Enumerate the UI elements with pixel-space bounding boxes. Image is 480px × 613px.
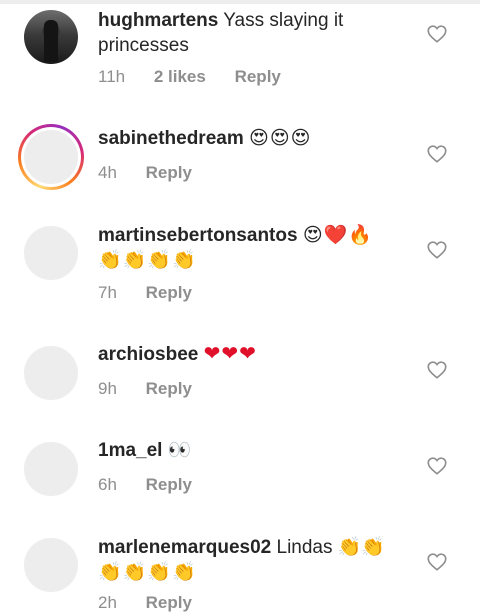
comment-body: 😍😍😍 — [249, 128, 312, 149]
reply-button[interactable]: Reply — [146, 283, 192, 302]
like-heart-icon[interactable] — [426, 143, 448, 165]
comment-time: 6h — [98, 475, 117, 494]
avatar-story-ring[interactable] — [18, 124, 84, 190]
comment-username[interactable]: sabinethedream — [98, 128, 244, 149]
like-heart-icon[interactable] — [426, 239, 448, 261]
comment-username[interactable]: martinsebertonsantos — [98, 225, 298, 246]
comment-time: 4h — [98, 163, 117, 182]
comment-meta: 2h Reply — [98, 593, 216, 613]
comment-body: 😍❤️🔥 — [302, 225, 373, 246]
avatar[interactable] — [24, 226, 78, 280]
comment-meta: 6h Reply — [98, 475, 216, 495]
comment-text: martinsebertonsantos 😍❤️🔥 👏👏👏👏 — [98, 223, 408, 273]
like-heart-icon[interactable] — [426, 359, 448, 381]
comment-time: 9h — [98, 379, 117, 398]
comment-body-line2: 👏👏👏👏 — [98, 562, 197, 583]
avatar[interactable] — [24, 442, 78, 496]
comment-body-line2: 👏👏👏👏 — [98, 250, 197, 271]
reply-button[interactable]: Reply — [146, 163, 192, 182]
reply-button[interactable]: Reply — [235, 67, 281, 86]
avatar[interactable] — [24, 10, 78, 64]
comment-text: 1ma_el 👀 — [98, 438, 408, 463]
comment-meta: 7h Reply — [98, 283, 216, 303]
comment-time: 11h — [98, 67, 126, 86]
comment-time: 2h — [98, 593, 117, 612]
like-heart-icon[interactable] — [426, 455, 448, 477]
reply-button[interactable]: Reply — [146, 593, 192, 612]
comment-text: hughmartens Yass slaying it princesses — [98, 8, 408, 58]
comment-text: marlenemarques02 Lindas 👏👏 👏👏👏👏 — [98, 535, 408, 585]
comment-body: Lindas 👏👏 — [276, 537, 386, 558]
reply-button[interactable]: Reply — [146, 475, 192, 494]
comment-body: ❤❤❤ — [203, 343, 257, 365]
avatar[interactable] — [24, 346, 78, 400]
comment-meta: 11h 2 likes Reply — [98, 67, 305, 87]
comment-meta: 4h Reply — [98, 163, 216, 183]
comment-text: archiosbee ❤❤❤ — [98, 342, 408, 367]
reply-button[interactable]: Reply — [146, 379, 192, 398]
comment-body: 👀 — [167, 440, 193, 461]
comment-meta: 9h Reply — [98, 379, 216, 399]
comment-username[interactable]: 1ma_el — [98, 440, 162, 461]
comment-time: 7h — [98, 283, 117, 302]
comment-username[interactable]: hughmartens — [98, 10, 218, 31]
avatar — [24, 130, 78, 184]
avatar[interactable] — [24, 538, 78, 592]
comment-text: sabinethedream 😍😍😍 — [98, 126, 408, 151]
like-heart-icon[interactable] — [426, 551, 448, 573]
likes-count-button[interactable]: 2 likes — [154, 67, 206, 86]
like-heart-icon[interactable] — [426, 23, 448, 45]
comment-username[interactable]: marlenemarques02 — [98, 537, 271, 558]
top-divider — [0, 0, 480, 4]
comment-username[interactable]: archiosbee — [98, 344, 198, 365]
